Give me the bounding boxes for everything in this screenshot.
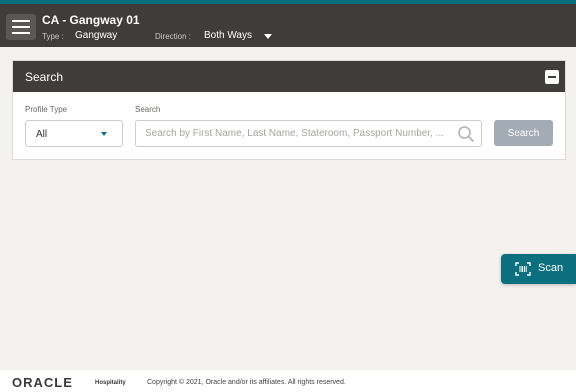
app-header: CA - Gangway 01 Type : Gangway Direction… xyxy=(0,4,576,47)
direction-label: Direction : xyxy=(155,32,192,41)
collapse-icon[interactable] xyxy=(545,70,559,84)
scan-button[interactable]: Scan xyxy=(501,254,576,284)
scan-label: Scan xyxy=(538,262,564,274)
type-value: Gangway xyxy=(75,30,118,41)
search-panel: Search Profile Type Search All Search xyxy=(12,60,566,160)
type-label: Type : xyxy=(42,32,64,41)
search-panel-title: Search xyxy=(25,70,64,84)
chevron-down-icon[interactable] xyxy=(264,34,272,39)
menu-icon[interactable] xyxy=(6,14,36,40)
location-title: CA - Gangway 01 xyxy=(42,13,140,27)
search-icon[interactable] xyxy=(457,125,475,143)
search-panel-header: Search xyxy=(13,61,565,92)
hospitality-label: Hospitality xyxy=(95,380,126,386)
direction-dropdown[interactable]: Both Ways xyxy=(204,30,252,41)
search-label: Search xyxy=(135,105,161,114)
search-button[interactable]: Search xyxy=(494,120,553,146)
barcode-scan-icon xyxy=(515,262,531,276)
search-input[interactable] xyxy=(135,120,482,147)
footer: ORACLE Hospitality Copyright © 2021, Ora… xyxy=(0,370,576,392)
profile-type-label: Profile Type xyxy=(25,105,68,114)
chevron-down-icon xyxy=(101,132,107,136)
profile-type-value: All xyxy=(36,129,48,140)
copyright-text: Copyright © 2021, Oracle and/or its affi… xyxy=(147,379,346,386)
profile-type-select[interactable]: All xyxy=(25,120,123,147)
oracle-logo: ORACLE xyxy=(12,375,73,390)
